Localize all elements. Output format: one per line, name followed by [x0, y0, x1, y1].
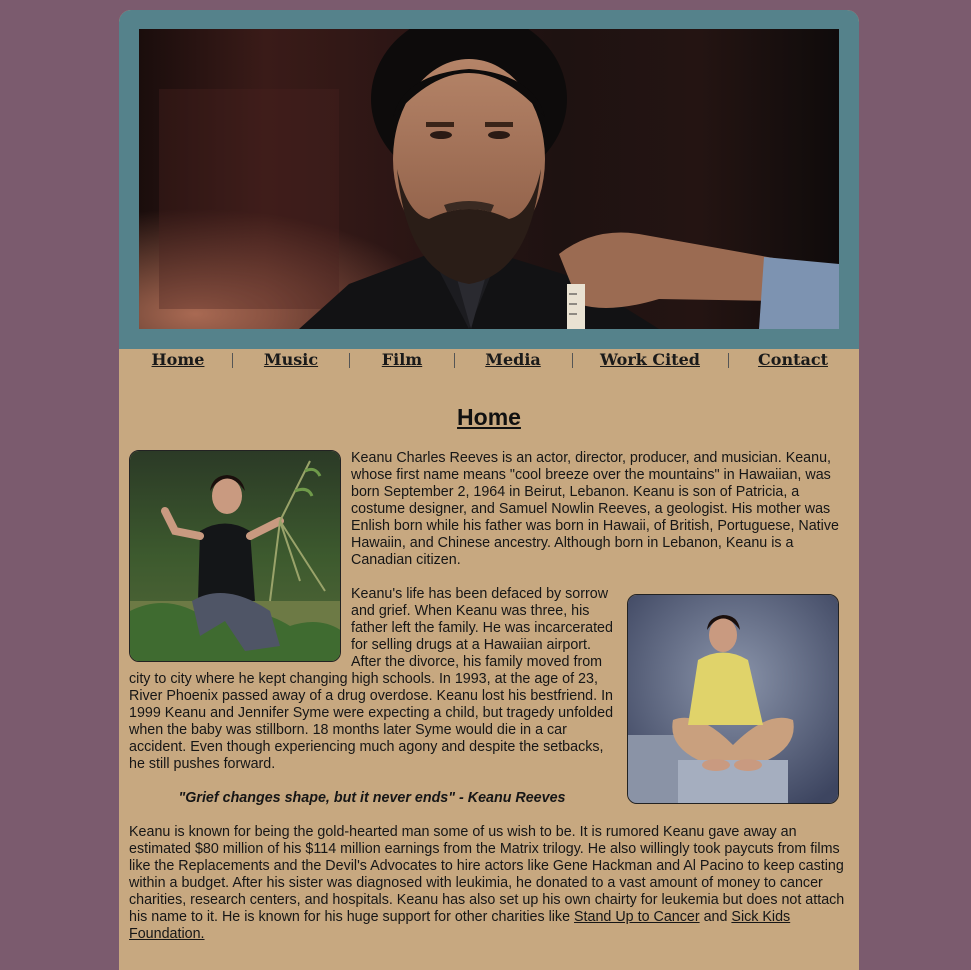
nav-work-cited-link[interactable]: Work Cited: [600, 350, 700, 369]
main-nav: Home Music Film Media Work Cited Contact: [119, 349, 859, 373]
charity-paragraph: Keanu is known for being the gold-hearte…: [129, 824, 849, 943]
nav-divider: [454, 353, 455, 368]
and-text: and: [699, 909, 732, 925]
nav-film-link[interactable]: Film: [382, 350, 422, 369]
banner-image: [139, 29, 839, 329]
stand-up-to-cancer-link[interactable]: Stand Up to Cancer: [574, 909, 700, 925]
nav-home-link[interactable]: Home: [152, 350, 205, 369]
nav-music-link[interactable]: Music: [264, 350, 318, 369]
page-title: Home: [457, 404, 521, 430]
header-banner: [119, 10, 859, 349]
nav-contact-link[interactable]: Contact: [758, 350, 828, 369]
nav-divider: [728, 353, 729, 368]
nav-divider: [232, 353, 233, 368]
young-keanu-outdoor-photo: [129, 450, 341, 662]
young-keanu-studio-photo: [627, 594, 839, 804]
main-content: Keanu Charles Reeves is an actor, direct…: [129, 450, 849, 960]
page-container: Home Music Film Media Work Cited Contact…: [119, 10, 859, 970]
nav-media-link[interactable]: Media: [485, 350, 541, 369]
nav-divider: [349, 353, 350, 368]
nav-divider: [572, 353, 573, 368]
